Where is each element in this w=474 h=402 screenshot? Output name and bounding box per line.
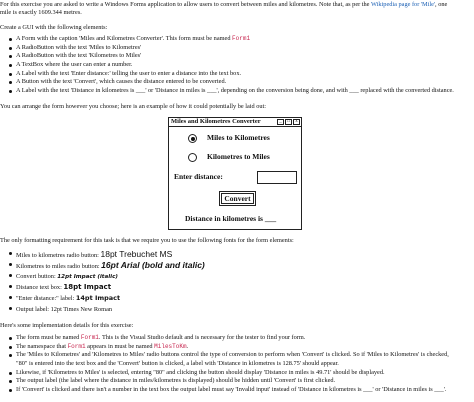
intro-text-end: , one	[435, 1, 448, 8]
list-item: Distance text box: 18pt Impact	[8, 282, 205, 293]
list-item: "Enter distance:" label: 14pt Impact	[8, 293, 205, 304]
radio-miles-to-km-label: Miles to Kilometres	[207, 133, 270, 143]
list-item: A Button with the text 'Convert', which …	[8, 78, 454, 87]
elements-list: A Form with the caption 'Miles and Kilom…	[8, 35, 454, 96]
list-item: A RadioButton with the text 'Kilometres …	[8, 52, 454, 61]
list-item: A RadioButton with the text 'Miles to Ki…	[8, 44, 454, 53]
list-item: Miles to kilometres radio button: 18pt T…	[8, 249, 205, 260]
arrange-text: You can arrange the form however you cho…	[0, 103, 267, 110]
enter-distance-label: Enter distance:	[174, 172, 223, 181]
list-item: The form must be named Form1. This is th…	[8, 334, 449, 343]
list-item: The 'Miles to Kilometres' and 'Kilometre…	[8, 351, 449, 360]
list-item: Output label: 12pt Times New Roman	[8, 304, 205, 315]
font-sample: 16pt Arial (bold and italic)	[101, 260, 205, 270]
wikipedia-link[interactable]: Wikipedia page for 'Mile'	[371, 1, 435, 8]
radio-miles-to-km[interactable]: Miles to Kilometres	[188, 133, 270, 143]
code-namespace: MilesToKm	[154, 342, 187, 350]
radio-unchecked-icon[interactable]	[188, 153, 197, 162]
maximize-icon[interactable]: □	[285, 119, 292, 125]
convert-button[interactable]: Convert	[219, 191, 256, 206]
distance-textbox[interactable]	[257, 171, 297, 184]
intro-line-2: mile is exactly 1609.344 metres.	[0, 9, 82, 16]
details-list: The form must be named Form1. This is th…	[8, 334, 449, 395]
code-form1: Form1	[67, 342, 86, 350]
converter-form-mockup: Miles and Kilometres Converter _ □ x Mil…	[168, 117, 302, 230]
list-item: If 'Convert' is clicked and there isn't …	[8, 386, 449, 395]
list-item: The namespace that Form1 appears in must…	[8, 343, 449, 352]
output-label: Distance in kilometres is ___	[185, 214, 277, 223]
code-form1: Form1	[232, 35, 251, 42]
minimize-icon[interactable]: _	[277, 119, 284, 125]
list-item: Likewise, if 'Kilometres to Miles' is se…	[8, 369, 449, 378]
form-caption: Miles and Kilometres Converter	[171, 118, 261, 125]
radio-checked-icon[interactable]	[188, 134, 197, 143]
list-item: A TextBox where the user can enter a num…	[8, 61, 454, 70]
list-item: A Form with the caption 'Miles and Kilom…	[8, 35, 454, 44]
font-sample: 14pt Impact	[75, 294, 121, 302]
list-item: The output label (the label where the di…	[8, 377, 449, 386]
list-item-continuation: "80" is entered into the text box and th…	[16, 360, 339, 368]
font-sample: 18pt Trebuchet MS	[100, 249, 173, 259]
list-item: Kilometres to miles radio button: 16pt A…	[8, 260, 205, 271]
list-item: A Label with the text 'Distance in kilom…	[8, 87, 454, 96]
radio-km-to-miles[interactable]: Kilometres to Miles	[188, 152, 270, 162]
form-title-bar: Miles and Kilometres Converter _ □ x	[169, 118, 301, 127]
create-gui-heading: Create a GUI with the following elements…	[0, 24, 108, 31]
formatting-text: The only formatting requirement for this…	[0, 237, 294, 244]
implementation-heading: Here's some implementation details for t…	[0, 322, 134, 329]
code-form1: Form1	[80, 334, 99, 341]
radio-km-to-miles-label: Kilometres to Miles	[207, 152, 270, 162]
font-sample: 12pt Impact (italic)	[57, 274, 118, 280]
fonts-list: Miles to kilometres radio button: 18pt T…	[8, 249, 205, 315]
close-icon[interactable]: x	[293, 119, 300, 125]
font-sample: 18pt Impact	[63, 283, 112, 291]
intro-text: For this exercise you are asked to write…	[0, 1, 371, 8]
list-item: Convert button: 12pt Impact (italic)	[8, 271, 205, 282]
list-item: A Label with the text 'Enter distance:' …	[8, 70, 454, 79]
